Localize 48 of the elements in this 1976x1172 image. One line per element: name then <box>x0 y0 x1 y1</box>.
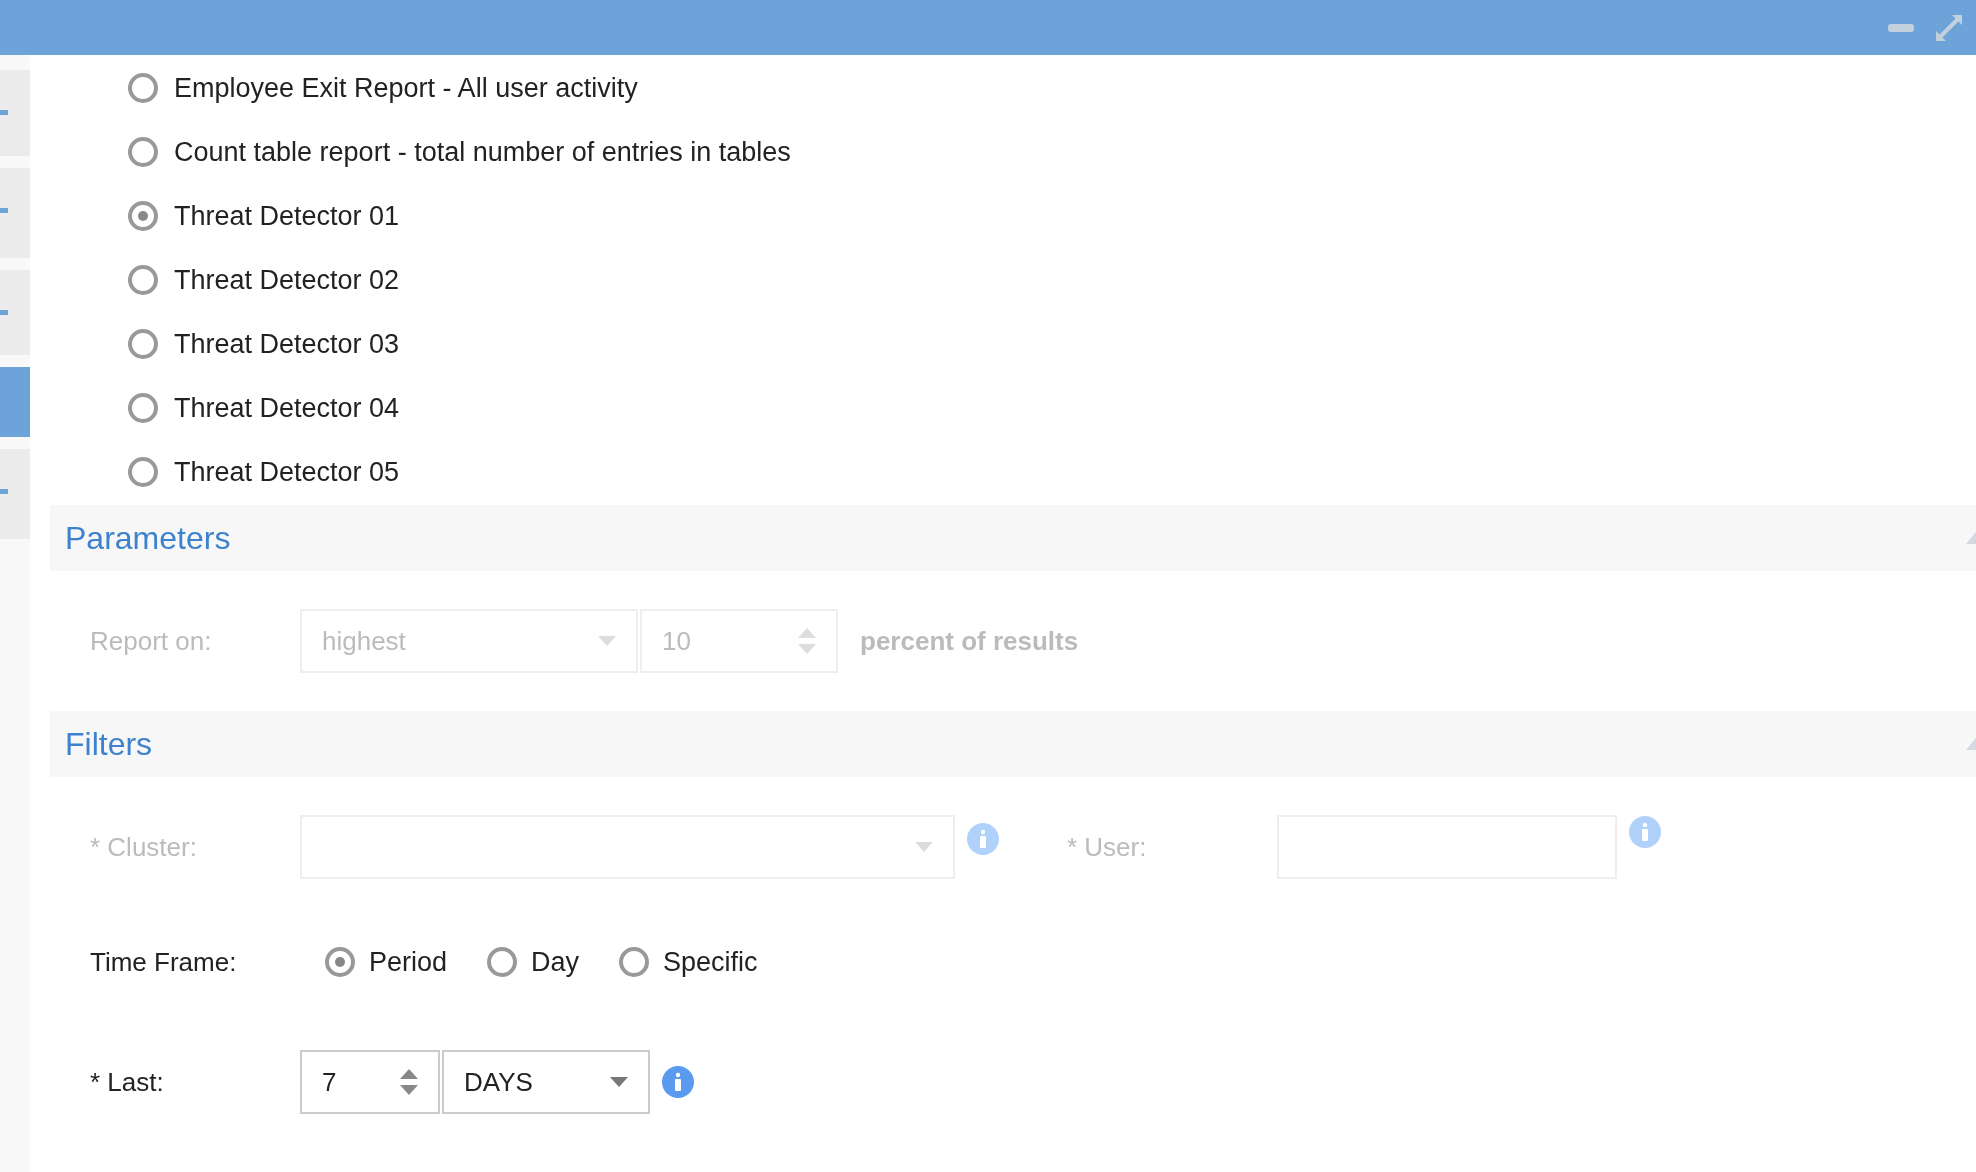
radio-button[interactable] <box>128 457 158 487</box>
radio-label[interactable]: Period <box>369 941 448 983</box>
radio-button[interactable] <box>128 73 158 103</box>
section-title: Filters <box>65 725 153 764</box>
report-option-label[interactable]: Threat Detector 01 <box>174 195 400 237</box>
radio-button[interactable] <box>487 947 518 977</box>
side-tab[interactable] <box>0 70 30 156</box>
report-option-label[interactable]: Threat Detector 05 <box>174 451 400 493</box>
report-option-label[interactable]: Employee Exit Report - All user activity <box>174 67 638 109</box>
minimize-icon[interactable] <box>1888 23 1914 32</box>
info-icon[interactable] <box>1629 816 1661 848</box>
radio-button[interactable] <box>128 137 158 167</box>
radio-button[interactable] <box>128 265 158 295</box>
expand-icon[interactable] <box>1934 12 1964 43</box>
field-label: * User: <box>1067 830 1148 864</box>
select-field[interactable] <box>300 815 955 879</box>
radio-button[interactable] <box>128 393 158 423</box>
section-title: Parameters <box>65 519 231 558</box>
collapse-icon[interactable] <box>1966 738 1976 750</box>
report-option-label[interactable]: Threat Detector 04 <box>174 387 400 429</box>
collapse-icon[interactable] <box>1966 532 1976 544</box>
caret-down-icon <box>610 1077 628 1087</box>
radio-button[interactable] <box>325 947 355 977</box>
number-field[interactable]: 7 <box>300 1050 440 1114</box>
suffix-text: percent of results <box>860 624 1079 658</box>
report-option-label[interactable]: Count table report - total number of entries in tables <box>174 131 791 173</box>
report-option-label[interactable]: Threat Detector 02 <box>174 259 400 301</box>
section-header[interactable]: Filters <box>50 711 1976 777</box>
radio-label[interactable]: Specific <box>663 941 758 983</box>
side-tab[interactable] <box>0 367 30 437</box>
radio-label[interactable]: Day <box>531 941 580 983</box>
field-label: * Cluster: <box>90 830 198 864</box>
side-tab[interactable] <box>0 270 30 355</box>
info-icon[interactable] <box>967 823 999 855</box>
field-label: Time Frame: <box>90 945 238 979</box>
caret-down-icon <box>598 636 616 646</box>
side-tab[interactable] <box>0 168 30 258</box>
info-icon[interactable] <box>662 1066 694 1098</box>
spinner-arrows-icon[interactable] <box>400 1067 418 1097</box>
field-label: * Last: <box>90 1065 165 1099</box>
radio-button[interactable] <box>128 329 158 359</box>
radio-button[interactable] <box>619 947 650 977</box>
report-option-label[interactable]: Threat Detector 03 <box>174 323 400 365</box>
side-tab[interactable] <box>0 449 30 539</box>
select-field[interactable]: DAYS <box>442 1050 650 1114</box>
caret-down-icon <box>915 842 933 852</box>
field-label: Report on: <box>90 624 213 658</box>
radio-button[interactable] <box>128 201 158 231</box>
